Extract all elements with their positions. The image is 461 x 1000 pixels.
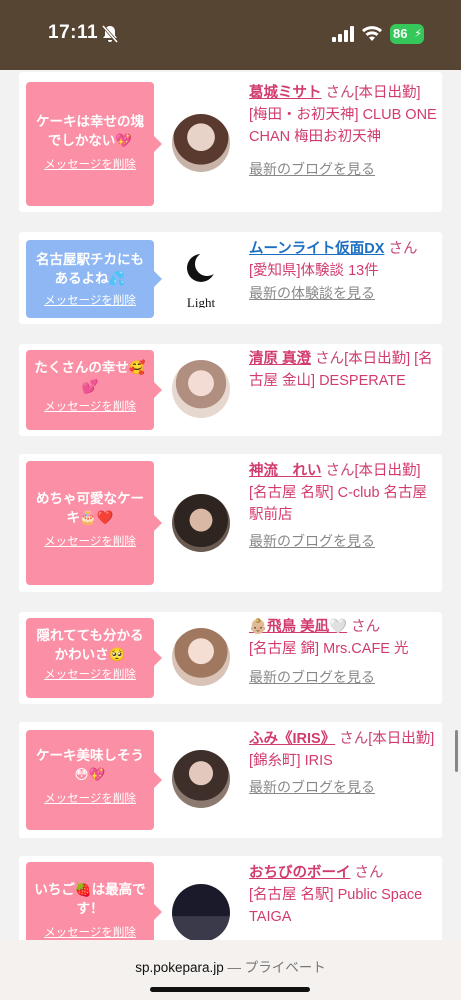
profile-name-link[interactable]: 神流 れい <box>249 463 322 479</box>
message-text: いちご🍓は最高です！ <box>34 882 146 916</box>
battery-indicator: 86 ⚡ <box>390 24 424 44</box>
status-time: 17:11 <box>48 22 99 43</box>
profile-name-link[interactable]: 葛城ミサト <box>249 85 322 101</box>
message-bubble: 名古屋駅チカにもあるよね💦 メッセージを削除 <box>26 240 162 318</box>
message-bubble: ケーキは幸せの塊でしかない💖 メッセージを削除 <box>26 82 162 206</box>
message-bubble: いちご🍓は最高です！ メッセージを削除 <box>26 862 162 940</box>
honorific: さん <box>325 85 355 101</box>
profile-info: ムーンライト仮面DX さん [愛知県]体験談 13件 最新の体験談を見る <box>249 238 437 305</box>
honorific: さん <box>354 865 384 881</box>
profile-name-link[interactable]: 👶🏼飛鳥 美凪🤍 <box>249 619 347 635</box>
moon-logo-icon <box>187 252 219 282</box>
delete-message-link[interactable]: メッセージを削除 <box>44 398 136 414</box>
message-text: たくさんの幸せ🥰💕 <box>34 360 146 394</box>
cellular-signal-icon <box>332 26 354 42</box>
avatar[interactable] <box>172 360 230 418</box>
scrollbar[interactable] <box>455 730 458 772</box>
list-item[interactable]: ケーキは幸せの塊でしかない💖 メッセージを削除 葛城ミサト さん[本日出勤] [… <box>19 72 442 212</box>
delete-message-link[interactable]: メッセージを削除 <box>44 666 136 682</box>
honorific: さん <box>315 351 345 367</box>
profile-info: ふみ《IRIS》 さん[本日出勤] [錦糸町] IRIS 最新のブログを見る <box>249 728 437 799</box>
profile-info: おちびのボーイ さん [名古屋 名駅] Public Space TAIGA <box>249 862 437 928</box>
list-item[interactable]: 名古屋駅チカにもあるよね💦 メッセージを削除 Light ムーンライト仮面DX … <box>19 232 442 324</box>
list-item[interactable]: めちゃ可愛なケーキ🎂❤️ メッセージを削除 神流 れい さん[本日出勤] [名古… <box>19 454 442 592</box>
message-text: ケーキ美味しそう😳💖 <box>36 748 144 782</box>
profile-detail: [名古屋 錦] Mrs.CAFE 光 <box>249 641 409 657</box>
message-bubble: ケーキ美味しそう😳💖 メッセージを削除 <box>26 730 162 830</box>
profile-info: 清原 真澄 さん[本日出勤] [名古屋 金山] DESPERATE <box>249 348 437 392</box>
list-item[interactable]: ケーキ美味しそう😳💖 メッセージを削除 ふみ《IRIS》 さん[本日出勤] [錦… <box>19 722 442 838</box>
url-text: sp.pokepara.jp <box>135 960 224 975</box>
profile-name-link[interactable]: おちびのボーイ <box>249 865 351 881</box>
list-item[interactable]: いちご🍓は最高です！ メッセージを削除 おちびのボーイ さん [名古屋 名駅] … <box>19 856 442 940</box>
browser-address-bar[interactable]: sp.pokepara.jp — プライベート <box>0 940 461 1000</box>
honorific: さん <box>325 463 355 479</box>
message-text: めちゃ可愛なケーキ🎂❤️ <box>36 491 144 525</box>
message-bubble: めちゃ可愛なケーキ🎂❤️ メッセージを削除 <box>26 461 162 585</box>
profile-name-link[interactable]: 清原 真澄 <box>249 351 311 367</box>
delete-message-link[interactable]: メッセージを削除 <box>44 156 136 172</box>
url-line[interactable]: sp.pokepara.jp — プライベート <box>0 956 461 976</box>
latest-review-link[interactable]: 最新の体験談を見る <box>249 285 375 301</box>
message-bubble: たくさんの幸せ🥰💕 メッセージを削除 <box>26 350 162 430</box>
avatar[interactable] <box>172 494 230 552</box>
home-indicator[interactable] <box>150 987 310 992</box>
profile-detail: [愛知県]体験談 13件 <box>249 263 379 279</box>
honorific: さん <box>388 241 418 257</box>
logo-text: Light <box>186 295 216 308</box>
message-text: 隠れてても分かるかわいさ🥺 <box>36 628 144 662</box>
bell-off-icon <box>101 25 119 43</box>
shop-logo[interactable]: Light <box>172 250 230 308</box>
avatar[interactable] <box>172 884 230 940</box>
profile-info: 神流 れい さん[本日出勤] [名古屋 名駅] C-club 名古屋駅前店 最新… <box>249 460 437 553</box>
status-bar: 17:11 86 ⚡ <box>0 0 461 70</box>
profile-name-link[interactable]: ふみ《IRIS》 <box>249 731 335 747</box>
message-list: ケーキは幸せの塊でしかない💖 メッセージを削除 葛城ミサト さん[本日出勤] [… <box>0 70 461 940</box>
profile-info: 👶🏼飛鳥 美凪🤍 さん [名古屋 錦] Mrs.CAFE 光 最新のブログを見る <box>249 616 437 689</box>
latest-blog-link[interactable]: 最新のブログを見る <box>249 666 375 688</box>
battery-level: 86 <box>393 26 408 41</box>
private-label: — プライベート <box>227 960 326 975</box>
latest-blog-link[interactable]: 最新のブログを見る <box>249 530 375 552</box>
avatar[interactable] <box>172 114 230 172</box>
profile-name-link[interactable]: ムーンライト仮面DX <box>249 241 384 257</box>
delete-message-link[interactable]: メッセージを削除 <box>44 292 136 308</box>
message-bubble: 隠れてても分かるかわいさ🥺 メッセージを削除 <box>26 618 162 698</box>
latest-blog-link[interactable]: 最新のブログを見る <box>249 776 375 798</box>
list-item[interactable]: たくさんの幸せ🥰💕 メッセージを削除 清原 真澄 さん[本日出勤] [名古屋 金… <box>19 344 442 436</box>
message-text: ケーキは幸せの塊でしかない💖 <box>36 114 144 148</box>
message-text: 名古屋駅チカにもあるよね💦 <box>36 252 144 286</box>
honorific: さん <box>351 619 381 635</box>
avatar[interactable] <box>172 750 230 808</box>
latest-blog-link[interactable]: 最新のブログを見る <box>249 158 375 180</box>
honorific: さん <box>339 731 369 747</box>
wifi-icon <box>362 26 382 41</box>
profile-detail: [名古屋 名駅] Public Space TAIGA <box>249 887 423 925</box>
delete-message-link[interactable]: メッセージを削除 <box>44 533 136 549</box>
profile-info: 葛城ミサト さん[本日出勤] [梅田・お初天神] CLUB ONE CHAN 梅… <box>249 82 437 181</box>
delete-message-link[interactable]: メッセージを削除 <box>44 924 136 940</box>
delete-message-link[interactable]: メッセージを削除 <box>44 790 136 806</box>
list-item[interactable]: 隠れてても分かるかわいさ🥺 メッセージを削除 👶🏼飛鳥 美凪🤍 さん [名古屋 … <box>19 612 442 704</box>
charging-bolt-icon: ⚡ <box>414 28 422 40</box>
avatar[interactable] <box>172 628 230 686</box>
